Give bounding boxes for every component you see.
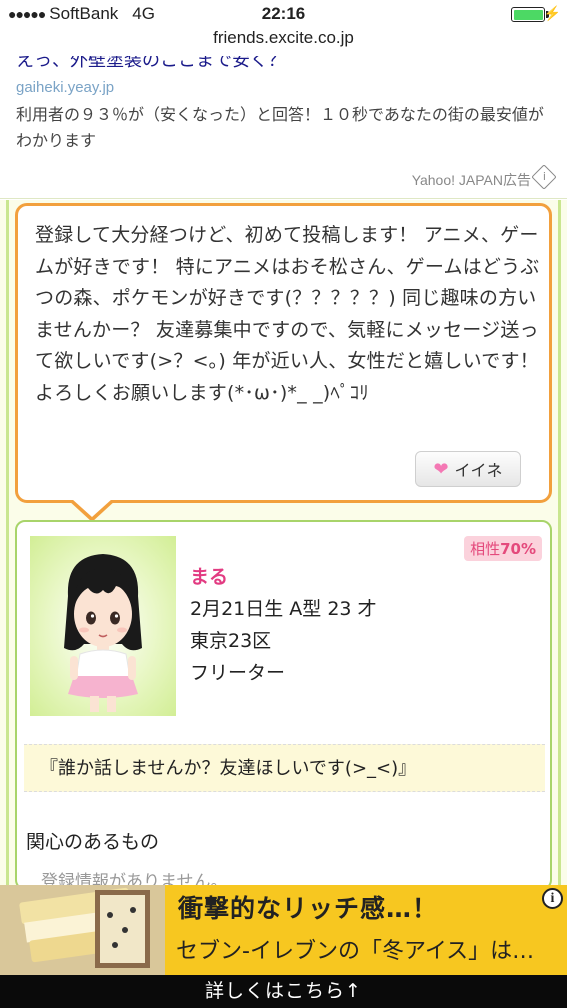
ad-title[interactable]: 衝撃的なリッチ感…！: [178, 889, 438, 925]
post-body: 登録して大分経つけど、初めて投稿します！ アニメ、ゲームが好きです！ 特にアニメ…: [35, 224, 540, 404]
heart-icon: ❤: [433, 458, 449, 480]
page-border-right: [558, 200, 561, 890]
ad-description[interactable]: 利用者の９３％が（安くなった）と回答！１０秒であなたの街の最安値がわかります: [16, 102, 551, 154]
ad-info-icon[interactable]: i: [531, 164, 557, 190]
status-bar: ●●●●● SoftBank 4G 22:16 ⚡: [0, 0, 567, 28]
ice-cream-sandwich-image: [0, 885, 165, 975]
avatar-illustration: [64, 554, 142, 712]
ad-domain[interactable]: gaiheki.yeay.jp: [16, 79, 114, 96]
like-button[interactable]: ❤ イイネ: [415, 451, 521, 487]
ad-subtitle[interactable]: セブン-イレブンの「冬アイス」は…: [176, 933, 534, 965]
ad-info-icon[interactable]: i: [542, 888, 563, 909]
compat-value: 70%: [500, 540, 536, 558]
profile-message: 『誰か話しませんか？友達ほしいです(>_<)』: [24, 744, 545, 792]
profile-location: 東京23区: [190, 630, 272, 652]
ad-cta-button[interactable]: 詳しくはこちら↑: [0, 975, 567, 1008]
interests-heading: 関心のあるもの: [26, 831, 160, 853]
compat-label: 相性: [470, 540, 501, 558]
ad-product-image[interactable]: [0, 885, 165, 975]
url-bar[interactable]: friends.excite.co.jp: [0, 28, 567, 50]
compatibility-badge: 相性70%: [464, 536, 542, 561]
top-ad[interactable]: えっ、外壁塗装のここまで安く？ gaiheki.yeay.jp 利用者の９３％が…: [0, 44, 567, 199]
profile-card[interactable]: 相性70% まる 2月21日生 A型 23 才 東京23区 フリーター 『誰か話…: [15, 520, 552, 892]
charging-icon: ⚡: [543, 5, 561, 21]
bubble-tail-inner: [72, 499, 112, 517]
bottom-ad[interactable]: 衝撃的なリッチ感…！ セブン-イレブンの「冬アイス」は… i: [0, 885, 567, 975]
profile-name[interactable]: まる: [190, 562, 228, 589]
like-label: イイネ: [454, 461, 503, 480]
ad-source-label[interactable]: Yahoo! JAPAN広告: [412, 170, 531, 190]
status-time: 22:16: [261, 4, 306, 23]
avatar[interactable]: [30, 536, 176, 716]
url-domain: friends.excite.co.jp: [213, 28, 354, 47]
profile-occupation: フリーター: [190, 662, 286, 684]
page-border-left: [6, 200, 9, 890]
battery-icon: [511, 7, 545, 22]
profile-details: 2月21日生 A型 23 才: [190, 598, 377, 620]
